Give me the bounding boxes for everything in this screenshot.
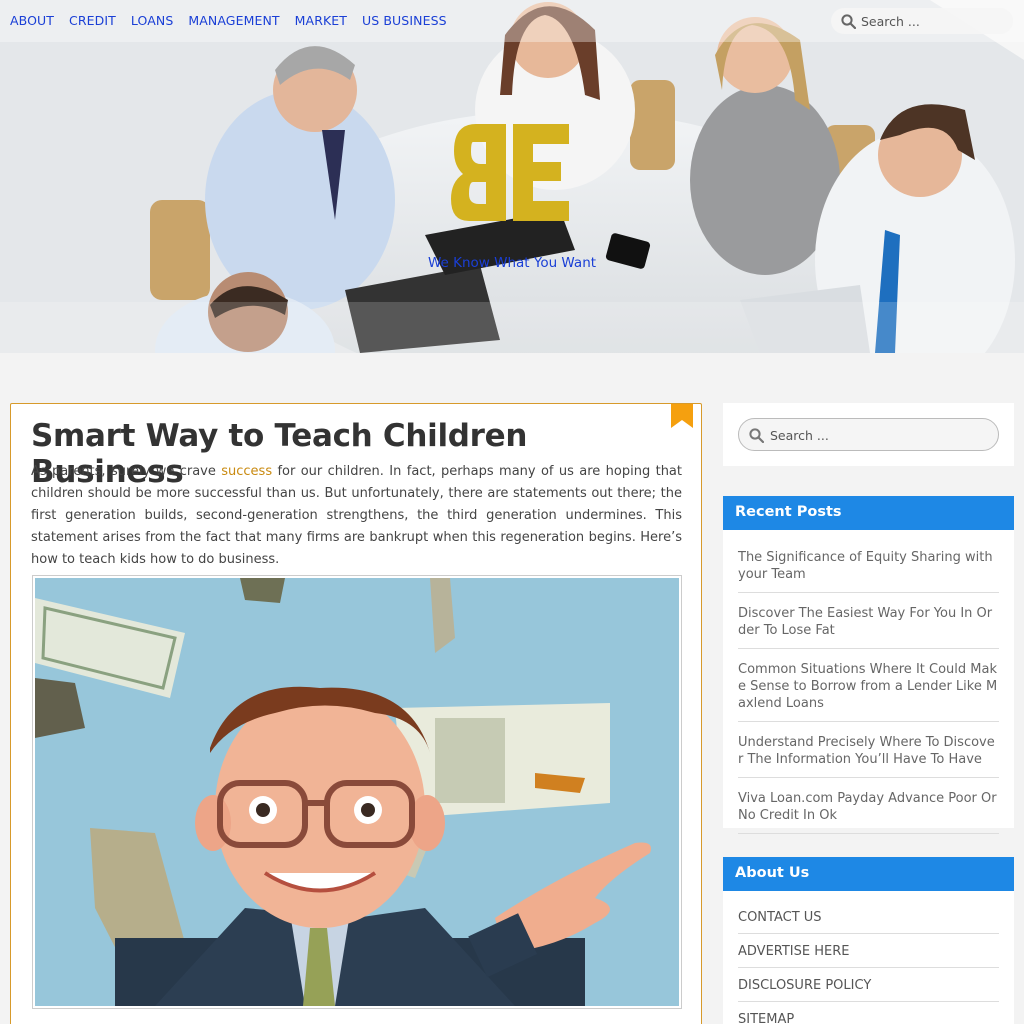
menu-loans[interactable]: LOANS bbox=[131, 13, 173, 28]
header-search-input[interactable] bbox=[861, 12, 1006, 30]
recent-post-link[interactable]: Viva Loan.com Payday Advance Poor Or No … bbox=[738, 778, 999, 834]
post-featured-image[interactable] bbox=[32, 575, 682, 1009]
menu-about[interactable]: ABOUT bbox=[10, 13, 54, 28]
menu-management[interactable]: MANAGEMENT bbox=[188, 13, 279, 28]
about-us-list: CONTACT US ADVERTISE HERE DISCLOSURE POL… bbox=[723, 891, 1014, 1024]
disclosure-policy-link[interactable]: DISCLOSURE POLICY bbox=[738, 968, 999, 1002]
recent-posts-widget: Recent Posts The Significance of Equity … bbox=[723, 496, 1014, 834]
sidebar-search-input[interactable] bbox=[770, 426, 990, 444]
recent-post-link[interactable]: Discover The Easiest Way For You In Orde… bbox=[738, 593, 999, 649]
recent-posts-heading: Recent Posts bbox=[723, 496, 1014, 530]
sitemap-link[interactable]: SITEMAP bbox=[738, 1002, 999, 1024]
menu-market[interactable]: MARKET bbox=[295, 13, 347, 28]
recent-post-link[interactable]: Common Situations Where It Could Make Se… bbox=[738, 649, 999, 722]
contact-us-link[interactable]: CONTACT US bbox=[738, 891, 999, 934]
post-excerpt: As parents, surely we crave success for … bbox=[31, 461, 682, 571]
about-us-widget: About Us CONTACT US ADVERTISE HERE DISCL… bbox=[723, 857, 1014, 1024]
site-tagline: We Know What You Want bbox=[427, 255, 597, 271]
excerpt-text-end: for our children. In fact, perhaps many … bbox=[31, 464, 682, 567]
excerpt-text-start: As parents, surely we crave bbox=[31, 464, 222, 479]
site-logo[interactable] bbox=[451, 124, 571, 224]
bookmark-icon bbox=[671, 404, 693, 428]
menu-credit[interactable]: CREDIT bbox=[69, 13, 116, 28]
recent-post-link[interactable]: The Significance of Equity Sharing with … bbox=[738, 530, 999, 593]
sidebar-search-widget bbox=[723, 403, 1014, 466]
primary-menu: ABOUT CREDIT LOANS MANAGEMENT MARKET US … bbox=[10, 13, 462, 28]
recent-posts-list: The Significance of Equity Sharing with … bbox=[723, 530, 1014, 834]
search-icon bbox=[749, 428, 764, 443]
advertise-here-link[interactable]: ADVERTISE HERE bbox=[738, 934, 999, 968]
header-search[interactable] bbox=[831, 8, 1013, 34]
top-nav-bar: ABOUT CREDIT LOANS MANAGEMENT MARKET US … bbox=[0, 0, 1024, 42]
post-card: Smart Way to Teach Children Business As … bbox=[10, 403, 702, 1024]
recent-post-link[interactable]: Understand Precisely Where To Discover T… bbox=[738, 722, 999, 778]
boy-with-money-photo bbox=[35, 578, 679, 1006]
about-us-heading: About Us bbox=[723, 857, 1014, 891]
search-icon bbox=[841, 14, 856, 29]
sidebar-search[interactable] bbox=[738, 418, 999, 451]
success-link[interactable]: success bbox=[221, 464, 272, 479]
menu-us-business[interactable]: US BUSINESS bbox=[362, 13, 447, 28]
site-header: ABOUT CREDIT LOANS MANAGEMENT MARKET US … bbox=[0, 0, 1024, 353]
